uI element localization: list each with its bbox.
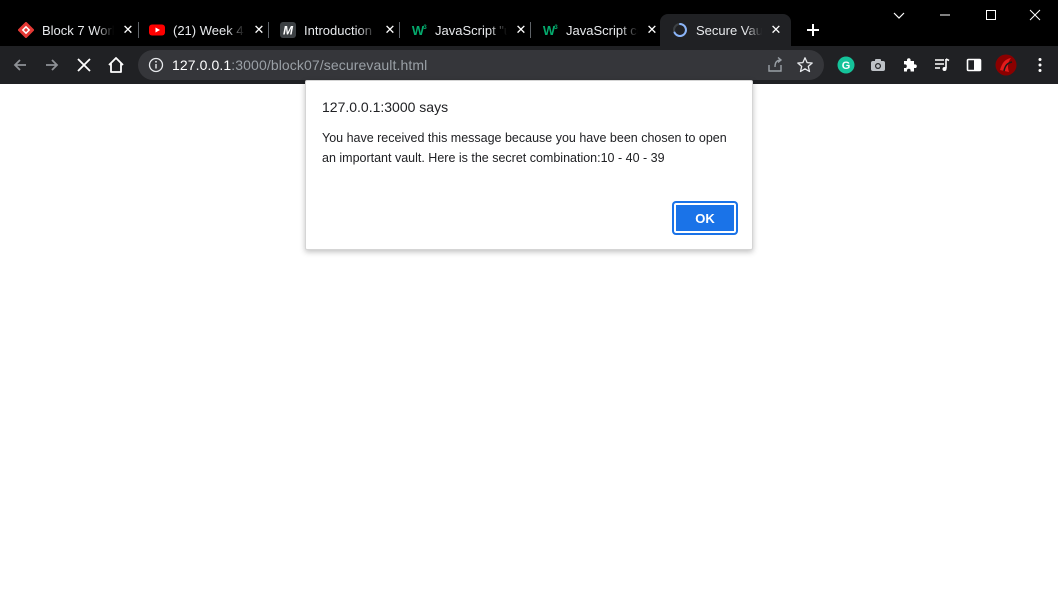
camera-icon xyxy=(871,59,885,71)
w3schools-icon: W 3 xyxy=(542,22,558,38)
dialog-title: 127.0.0.1:3000 says xyxy=(322,99,449,115)
tab-secure-vault[interactable]: Secure Vault ✕ xyxy=(660,14,791,46)
tab-title: JavaScript "u xyxy=(435,22,507,38)
svg-text:M: M xyxy=(283,24,294,38)
side-panel-button[interactable] xyxy=(960,51,988,79)
tab-javascript-co[interactable]: W 3 JavaScript co ✕ xyxy=(524,14,660,46)
maximize-icon xyxy=(986,10,996,20)
alert-dialog: 127.0.0.1:3000 says You have received th… xyxy=(305,80,753,250)
youtube-icon xyxy=(149,22,165,38)
dialog-message: You have received this message because y… xyxy=(322,131,727,165)
avatar xyxy=(995,54,1017,76)
new-tab-button[interactable] xyxy=(801,18,825,42)
close-icon xyxy=(77,58,91,72)
media-controls-button[interactable] xyxy=(928,51,956,79)
arrow-right-icon xyxy=(46,59,59,71)
grammarly-extension-button[interactable]: G xyxy=(832,51,860,79)
screenshot-extension-button[interactable] xyxy=(864,51,892,79)
url-host: 127.0.0.1 xyxy=(172,57,232,73)
tab-youtube[interactable]: (21) Week 4 ✕ xyxy=(131,14,267,46)
puzzle-icon xyxy=(904,58,917,72)
m-logo-icon: M xyxy=(280,22,296,38)
extensions-button[interactable] xyxy=(896,51,924,79)
home-icon xyxy=(108,57,124,73)
plus-icon xyxy=(807,24,819,36)
bookmark-star-icon[interactable] xyxy=(796,56,814,74)
minimize-button[interactable] xyxy=(922,0,968,30)
home-button[interactable] xyxy=(102,51,130,79)
tab-search-button[interactable] xyxy=(876,0,922,30)
chevron-down-icon xyxy=(893,12,905,19)
chrome-menu-button[interactable] xyxy=(1026,51,1054,79)
svg-text:G: G xyxy=(842,60,851,72)
loading-spinner-icon xyxy=(672,22,688,38)
tab-close-icon[interactable]: ✕ xyxy=(644,22,660,38)
url-text[interactable]: 127.0.0.1:3000/block07/securevault.html xyxy=(172,57,427,73)
back-button[interactable] xyxy=(6,51,34,79)
ok-button[interactable]: OK xyxy=(673,202,737,234)
url-path: :3000/block07/securevault.html xyxy=(231,57,428,73)
maximize-button[interactable] xyxy=(968,0,1014,30)
side-panel-icon xyxy=(966,58,982,72)
svg-text:3: 3 xyxy=(554,25,558,31)
red-diamond-icon xyxy=(18,22,34,38)
svg-text:3: 3 xyxy=(423,25,427,31)
tab-title: JavaScript co xyxy=(566,22,638,38)
tab-strip: Block 7 Work ✕ (21) Week 4 ✕ M Introduct… xyxy=(0,0,1058,46)
close-icon xyxy=(1029,9,1041,21)
playlist-music-icon xyxy=(935,58,950,71)
minimize-icon xyxy=(940,14,950,16)
tab-title: (21) Week 4 xyxy=(173,22,244,38)
tab-introduction[interactable]: M Introduction ✕ xyxy=(262,14,398,46)
grammarly-icon: G xyxy=(837,56,855,74)
tab-javascript-u[interactable]: W 3 JavaScript "u ✕ xyxy=(393,14,529,46)
w3schools-icon: W 3 xyxy=(411,22,427,38)
share-icon[interactable] xyxy=(766,56,784,74)
more-vertical-icon xyxy=(1038,58,1042,72)
close-window-button[interactable] xyxy=(1012,0,1058,30)
tab-title: Introduction xyxy=(304,22,372,38)
browser-toolbar: 127.0.0.1:3000/block07/securevault.html … xyxy=(0,46,1058,84)
tab-title: Secure Vault xyxy=(696,22,762,38)
tab-close-icon[interactable]: ✕ xyxy=(768,22,784,38)
address-bar[interactable]: 127.0.0.1:3000/block07/securevault.html xyxy=(138,50,824,80)
profile-avatar-button[interactable] xyxy=(992,51,1020,79)
tab-title: Block 7 Work xyxy=(42,22,114,38)
stop-loading-button[interactable] xyxy=(70,51,98,79)
arrow-left-icon xyxy=(13,59,26,71)
info-icon[interactable] xyxy=(148,57,164,73)
forward-button[interactable] xyxy=(38,51,66,79)
tab-block7[interactable]: Block 7 Work ✕ xyxy=(0,14,136,46)
